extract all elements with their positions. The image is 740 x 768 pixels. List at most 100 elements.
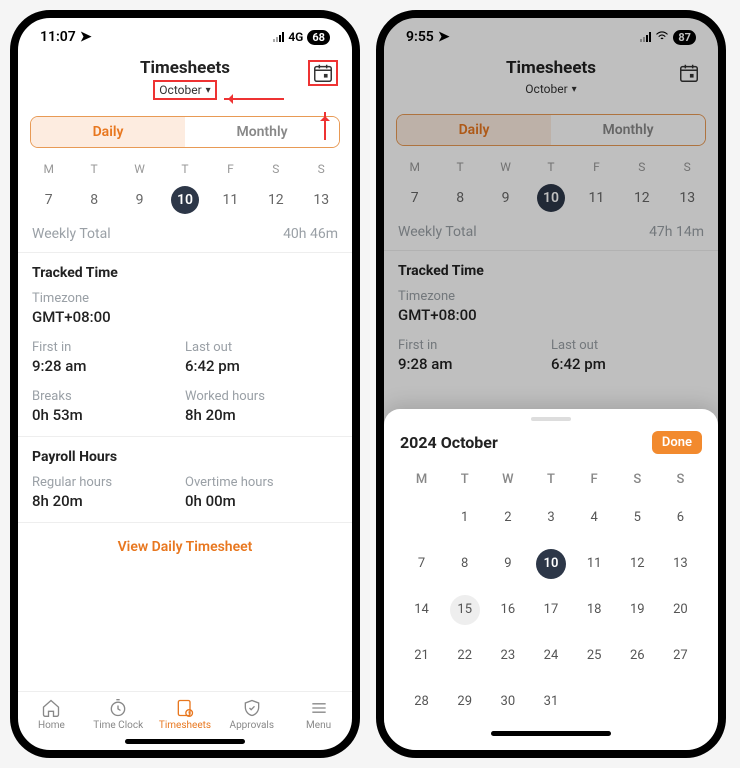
calendar-day[interactable]: 24 [536, 641, 566, 671]
day-column[interactable]: S12 [253, 162, 298, 214]
calendar-icon [678, 62, 700, 84]
picker-title: 2024 October [400, 433, 498, 452]
week-row: M7T8W9T10F11S12S13 [18, 156, 352, 218]
calendar-day[interactable]: 23 [493, 641, 523, 671]
calendar-day[interactable]: 3 [536, 503, 566, 533]
last-out-label: Last out [185, 340, 338, 355]
calendar-day[interactable]: 9 [493, 549, 523, 579]
calendar-day[interactable]: 21 [407, 641, 437, 671]
tab-home[interactable]: Home [18, 698, 85, 731]
day-column[interactable]: F11 [208, 162, 253, 214]
menu-icon [309, 698, 329, 718]
page-title: Timesheets [18, 58, 352, 78]
calendar-day[interactable]: 10 [536, 549, 566, 579]
calendar-day[interactable]: 13 [665, 549, 695, 579]
tab-monthly[interactable]: Monthly [185, 117, 339, 147]
day-label: T [71, 162, 116, 176]
day-label: S [299, 162, 344, 176]
day-column[interactable]: S13 [665, 160, 710, 212]
signal-icon [273, 32, 284, 42]
payroll-section: Payroll Hours Regular hours8h 20m Overti… [18, 436, 352, 522]
status-network: 4G [288, 30, 303, 44]
tab-timeclock[interactable]: Time Clock [85, 698, 152, 731]
calendar-day[interactable]: 5 [622, 503, 652, 533]
tab-menu[interactable]: Menu [285, 698, 352, 731]
status-bar: 11:07 ➤ 4G 68 [18, 18, 352, 56]
signal-icon [640, 32, 651, 42]
calendar-day[interactable]: 22 [450, 641, 480, 671]
tab-timeclock-label: Time Clock [93, 720, 143, 731]
calendar-day[interactable]: 14 [407, 595, 437, 625]
calendar-day[interactable]: 8 [450, 549, 480, 579]
done-button[interactable]: Done [652, 431, 702, 454]
calendar-header: T [529, 472, 572, 487]
home-icon [41, 698, 61, 718]
day-number: 13 [673, 184, 701, 212]
day-column[interactable]: F11 [574, 160, 619, 212]
overtime-label: Overtime hours [185, 475, 338, 490]
day-column[interactable]: T10 [162, 162, 207, 214]
page-header: Timesheets October ▾ [384, 56, 718, 104]
day-column[interactable]: W9 [117, 162, 162, 214]
calendar-button[interactable] [674, 60, 704, 86]
calendar-day[interactable]: 30 [493, 687, 523, 717]
day-label: F [208, 162, 253, 176]
weekly-total-value: 47h 14m [649, 224, 704, 240]
day-number: 10 [537, 184, 565, 212]
calendar-day[interactable]: 11 [579, 549, 609, 579]
calendar-day[interactable]: 16 [493, 595, 523, 625]
view-daily-link[interactable]: View Daily Timesheet [18, 522, 352, 563]
tab-daily[interactable]: Daily [397, 115, 551, 145]
tab-approvals[interactable]: Approvals [218, 698, 285, 731]
tab-timesheets[interactable]: Timesheets [152, 698, 219, 731]
calendar-day[interactable]: 31 [536, 687, 566, 717]
phone-left: 11:07 ➤ 4G 68 Timesheets October ▾ [10, 10, 360, 758]
calendar-day[interactable]: 2 [493, 503, 523, 533]
calendar-day[interactable]: 26 [622, 641, 652, 671]
calendar-day[interactable]: 12 [622, 549, 652, 579]
tab-monthly[interactable]: Monthly [551, 115, 705, 145]
calendar-button[interactable] [308, 60, 338, 86]
calendar-day[interactable]: 28 [407, 687, 437, 717]
calendar-day[interactable]: 19 [622, 595, 652, 625]
timezone-value: GMT+08:00 [32, 308, 338, 326]
location-icon: ➤ [80, 29, 92, 45]
day-column[interactable]: W9 [483, 160, 528, 212]
calendar-day[interactable]: 29 [450, 687, 480, 717]
battery-pill: 87 [673, 30, 696, 45]
calendar-day[interactable]: 7 [407, 549, 437, 579]
calendar-day[interactable]: 20 [665, 595, 695, 625]
first-in-value: 9:28 am [32, 357, 185, 375]
tracked-time-title: Tracked Time [32, 265, 338, 281]
day-label: M [26, 162, 71, 176]
home-indicator [125, 739, 245, 744]
calendar-day[interactable]: 6 [665, 503, 695, 533]
day-column[interactable]: M7 [26, 162, 71, 214]
day-column[interactable]: S12 [619, 160, 664, 212]
calendar-day[interactable]: 15 [450, 595, 480, 625]
calendar-day[interactable]: 17 [536, 595, 566, 625]
segmented-control: Daily Monthly [396, 114, 706, 146]
calendar-day[interactable]: 4 [579, 503, 609, 533]
day-column[interactable]: M7 [392, 160, 437, 212]
day-column[interactable]: S13 [299, 162, 344, 214]
day-label: F [574, 160, 619, 174]
calendar-day[interactable]: 27 [665, 641, 695, 671]
last-out-value: 6:42 pm [551, 355, 704, 373]
month-label: October [159, 83, 201, 97]
chevron-down-icon: ▾ [572, 84, 577, 95]
calendar-day[interactable]: 25 [579, 641, 609, 671]
day-label: S [619, 160, 664, 174]
tab-daily[interactable]: Daily [31, 117, 185, 147]
calendar-day[interactable]: 18 [579, 595, 609, 625]
month-selector[interactable]: October ▾ [520, 80, 581, 98]
day-column[interactable]: T 10 [528, 160, 573, 212]
day-label: T [528, 160, 573, 174]
sheet-handle[interactable] [531, 417, 571, 421]
day-column[interactable]: T8 [437, 160, 482, 212]
day-column[interactable]: T8 [71, 162, 116, 214]
calendar-day[interactable]: 1 [450, 503, 480, 533]
tab-menu-label: Menu [306, 720, 331, 731]
calendar-header: T [443, 472, 486, 487]
month-selector[interactable]: October ▾ [153, 80, 216, 100]
